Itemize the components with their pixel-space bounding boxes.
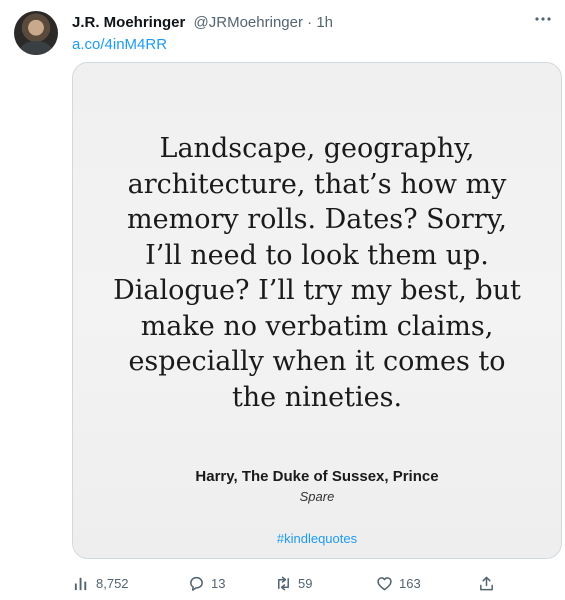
hashtag[interactable]: #kindlequotes [73,531,561,546]
quote-author: Harry, The Duke of Sussex, Prince [195,468,439,485]
quote-line: architecture, that’s how my [127,168,507,200]
reply-button[interactable]: 13 [187,573,225,593]
like-button[interactable]: 163 [375,573,421,593]
user-handle[interactable]: @JRMoehringer [194,14,303,31]
quote-line: memory rolls. Dates? Sorry, [127,204,507,235]
share-button[interactable] [477,573,501,593]
retweet-button[interactable]: 59 [274,573,312,593]
retweet-count: 59 [298,575,313,591]
quote-line: make no verbatim claims, [140,310,494,342]
display-name[interactable]: J.R. Moehringer [72,14,185,31]
header-separator: · [307,14,313,31]
views-count: 8,752 [96,575,129,591]
quote-line: the nineties. [231,381,403,413]
views-button[interactable]: 8,752 [72,573,129,593]
retweet-icon [274,574,292,592]
quote-line: Dialogue? I’ll try my best, but [113,275,521,306]
tweet[interactable]: J.R. Moehringer @JRMoehringer · 1h a.co/… [0,0,565,600]
share-icon [477,574,495,592]
quote-card[interactable]: Landscape, geography, architecture, that… [72,62,562,559]
reply-icon [187,574,205,592]
quote-line: I’ll need to look them up. [145,239,489,271]
tweet-header: J.R. Moehringer @JRMoehringer · 1h [72,14,333,32]
avatar[interactable] [14,11,58,55]
timestamp[interactable]: 1h [316,14,333,31]
quote-line: especially when it comes to [128,346,506,377]
book-title: Spare [299,489,335,504]
hashtag-suffix: quotes [318,531,358,546]
action-bar: 8,752 13 59 163 [72,573,552,593]
views-chart-icon [72,574,90,592]
ellipsis-icon[interactable] [535,9,551,26]
hashtag-prefix: #kindle [276,531,319,546]
like-count: 163 [399,575,421,591]
tweet-link[interactable]: a.co/4inM4RR [72,36,167,53]
quote-line: Landscape, geography, [159,133,475,164]
heart-icon [375,574,393,592]
quote-text: Landscape, geography, architecture, that… [103,131,531,415]
reply-count: 13 [211,575,226,591]
